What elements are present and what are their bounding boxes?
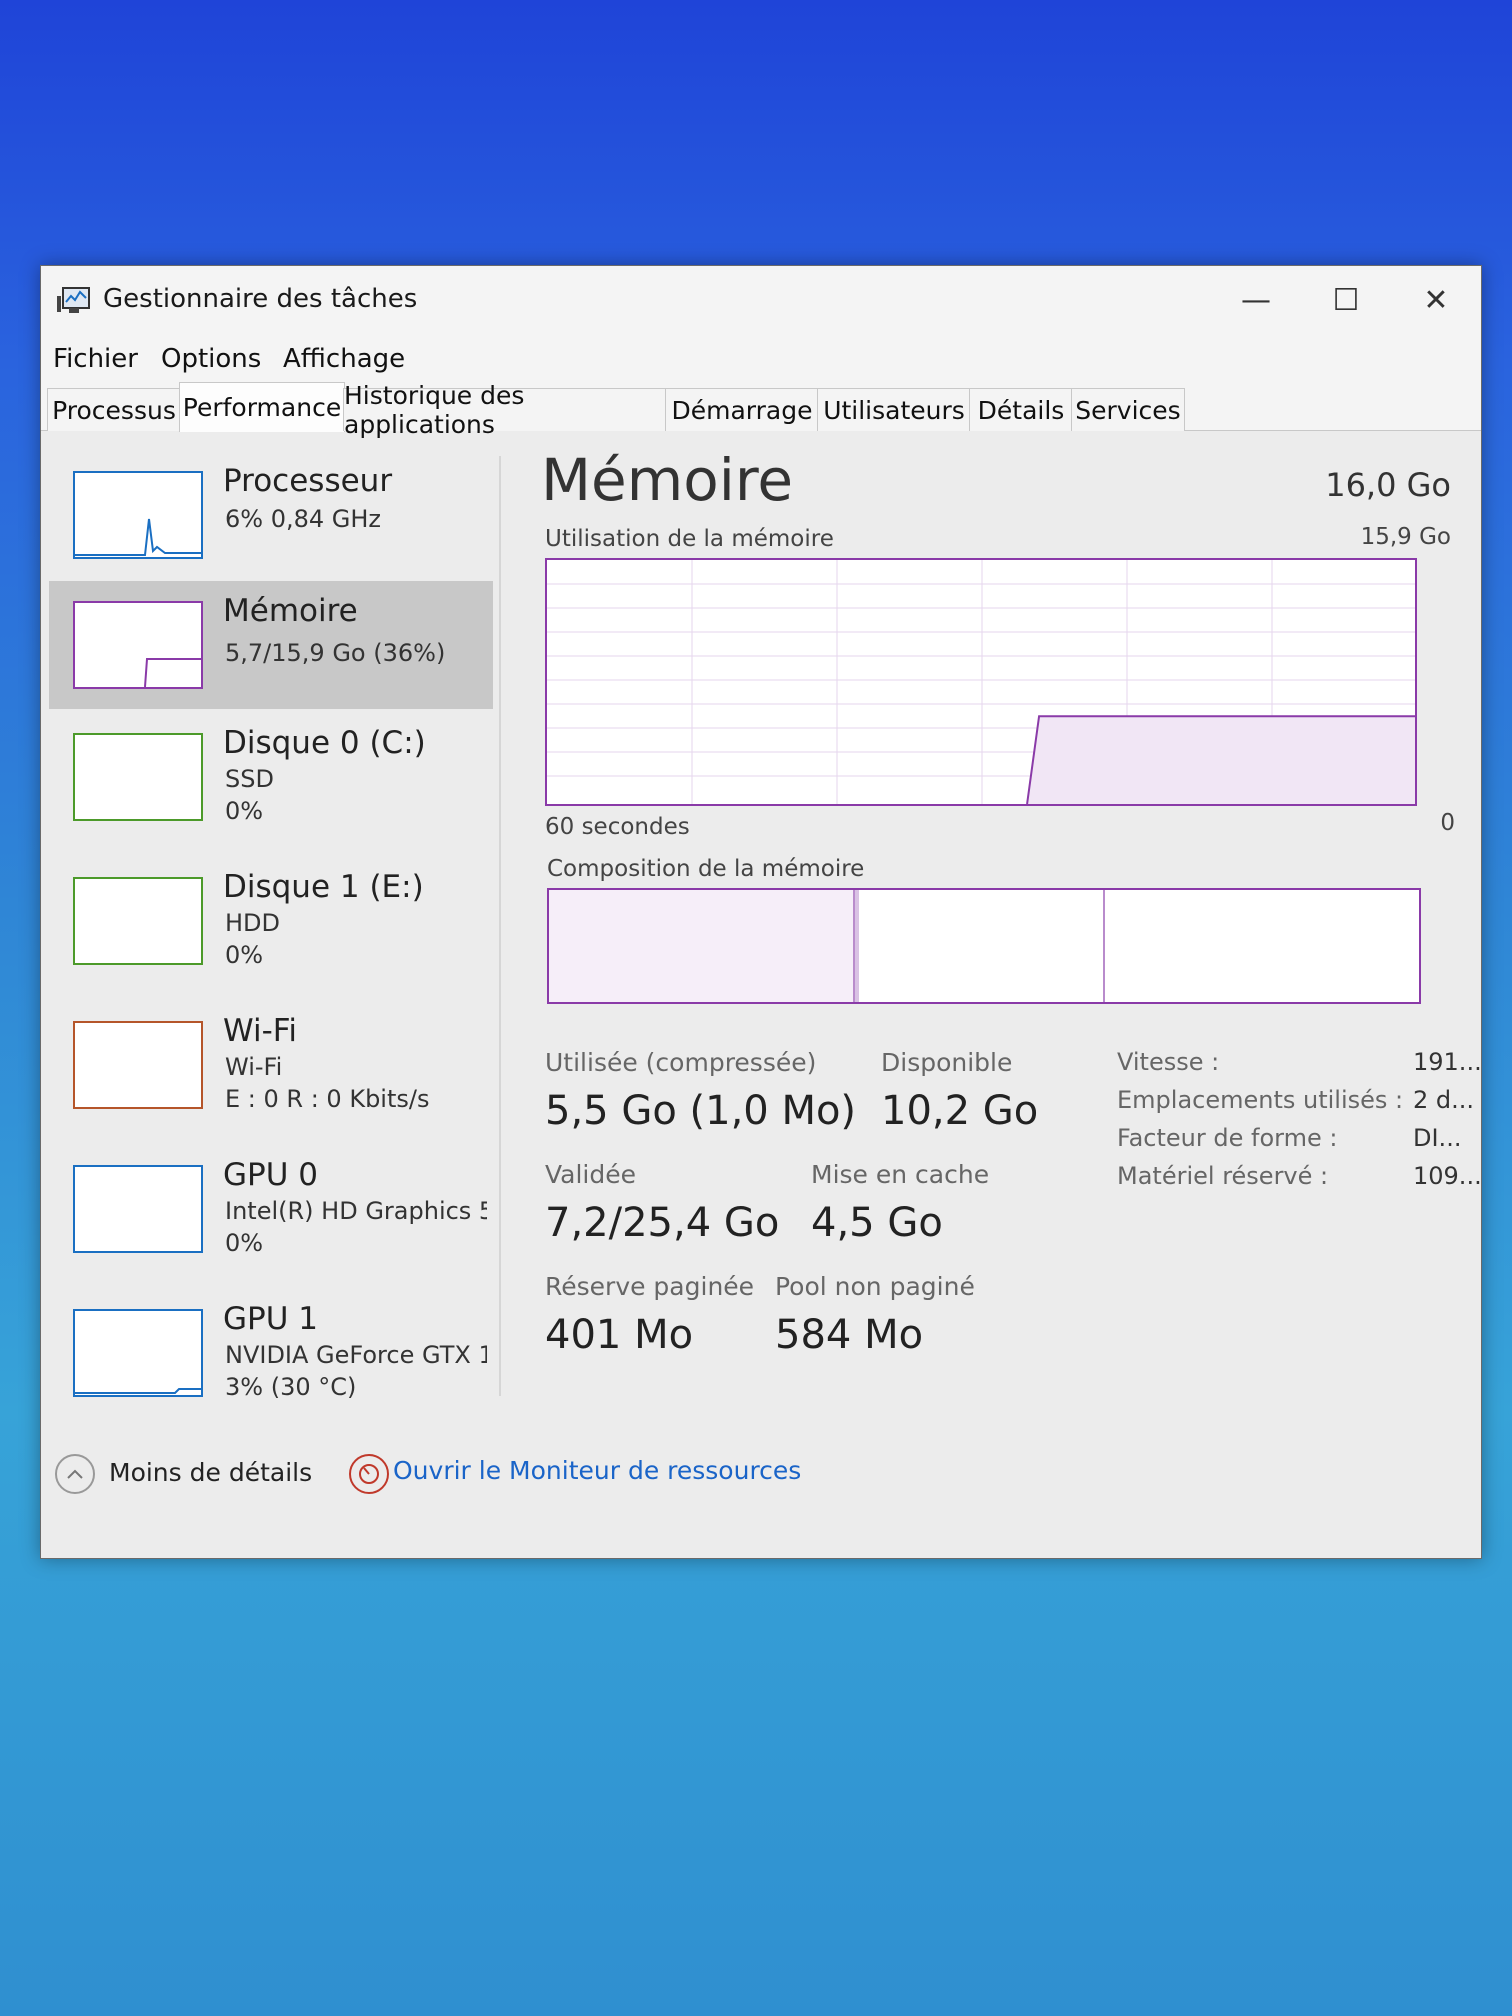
window-title: Gestionnaire des tâches <box>103 284 418 314</box>
composition-label: Composition de la mémoire <box>547 856 865 882</box>
chevron-up-icon[interactable] <box>55 1454 95 1494</box>
tab-bar: Processus Performance Historique des app… <box>41 381 1481 439</box>
sidebar-item-gpu-1[interactable]: GPU 1 NVIDIA GeForce GTX 1060 3% (30 °C) <box>49 1289 493 1417</box>
slots-label: Emplacements utilisés : <box>1117 1086 1404 1114</box>
used-label: Utilisée (compressée) <box>545 1048 817 1077</box>
sidebar-item-gpu-0[interactable]: GPU 0 Intel(R) HD Graphics 530 0% <box>49 1145 493 1273</box>
nonpaged-pool-value: 584 Mo <box>775 1312 924 1358</box>
gpu0-mini-graph <box>73 1165 203 1253</box>
memory-usage-area <box>1027 716 1415 804</box>
speed-value: 191... <box>1413 1048 1482 1076</box>
page-title: Mémoire <box>541 446 794 514</box>
usage-graph-label: Utilisation de la mémoire <box>545 526 834 552</box>
tab-historique[interactable]: Historique des applications <box>343 381 667 439</box>
performance-sidebar: Processeur 6% 0,84 GHz Mémoire 5,7/15,9 … <box>49 451 501 1411</box>
tab-details[interactable]: Détails <box>969 388 1073 431</box>
hardware-reserved-value: 109... <box>1413 1162 1482 1190</box>
sidebar-item-detail: HDD <box>225 909 281 937</box>
sidebar-item-disque-1[interactable]: Disque 1 (E:) HDD 0% <box>49 857 493 985</box>
committed-label: Validée <box>545 1160 637 1189</box>
sidebar-item-name: Disque 0 (C:) <box>223 725 426 761</box>
cached-label: Mise en cache <box>811 1160 990 1189</box>
minimize-button[interactable]: — <box>1211 272 1301 328</box>
hardware-reserved-label: Matériel réservé : <box>1117 1162 1329 1190</box>
composition-in-use <box>549 890 855 1002</box>
footer-bar: Moins de détails Ouvrir le Moniteur de r… <box>41 1446 1481 1506</box>
sidebar-item-detail: Wi-Fi <box>225 1053 283 1081</box>
task-manager-icon <box>57 287 90 313</box>
sidebar-item-detail: 0% <box>225 941 264 969</box>
composition-modified <box>855 890 859 1002</box>
available-value: 10,2 Go <box>881 1088 1039 1134</box>
nonpaged-pool-label: Pool non paginé <box>775 1272 975 1301</box>
tab-processus[interactable]: Processus <box>47 388 181 431</box>
sidebar-item-wifi[interactable]: Wi-Fi Wi-Fi E : 0 R : 0 Kbits/s <box>49 1001 493 1129</box>
paged-pool-value: 401 Mo <box>545 1312 694 1358</box>
disk0-mini-graph <box>73 733 203 821</box>
menu-fichier[interactable]: Fichier <box>53 344 138 374</box>
sidebar-divider <box>499 456 501 1396</box>
sidebar-item-detail: 3% (30 °C) <box>225 1373 357 1401</box>
minimize-icon: — <box>1241 282 1271 318</box>
title-bar[interactable]: Gestionnaire des tâches — ☐ ✕ <box>41 266 1481 336</box>
menu-bar: Fichier Options Affichage <box>41 336 1481 382</box>
resource-monitor-icon[interactable] <box>349 1454 389 1494</box>
sidebar-item-memoire[interactable]: Mémoire 5,7/15,9 Go (36%) <box>49 581 493 709</box>
slots-value: 2 d... <box>1413 1086 1475 1114</box>
sidebar-item-detail: Intel(R) HD Graphics 530 <box>225 1197 487 1225</box>
close-button[interactable]: ✕ <box>1391 272 1481 328</box>
memory-mini-graph <box>73 601 203 689</box>
open-resource-monitor-link[interactable]: Ouvrir le Moniteur de ressources <box>393 1456 801 1485</box>
disk1-mini-graph <box>73 877 203 965</box>
time-axis-left: 60 secondes <box>545 814 690 840</box>
maximize-icon: ☐ <box>1332 282 1360 318</box>
sidebar-item-detail: 0% <box>225 1229 264 1257</box>
memory-total: 16,0 Go <box>1325 466 1451 504</box>
composition-standby <box>861 890 1105 1002</box>
less-details-link[interactable]: Moins de détails <box>109 1458 312 1487</box>
cached-value: 4,5 Go <box>811 1200 943 1246</box>
memory-detail-pane: Mémoire 16,0 Go Utilisation de la mémoir… <box>541 436 1482 1396</box>
tab-demarrage[interactable]: Démarrage <box>665 388 819 431</box>
available-label: Disponible <box>881 1048 1013 1077</box>
sidebar-item-name: Disque 1 (E:) <box>223 869 424 905</box>
used-value: 5,5 Go (1,0 Mo) <box>545 1088 857 1134</box>
sidebar-item-name: Wi-Fi <box>223 1013 297 1049</box>
usage-graph-max: 15,9 Go <box>1360 524 1451 550</box>
wifi-mini-graph <box>73 1021 203 1109</box>
form-factor-value: DI... <box>1413 1124 1462 1152</box>
gpu1-mini-graph <box>73 1309 203 1397</box>
sidebar-item-name: Mémoire <box>223 593 358 629</box>
sidebar-item-name: GPU 0 <box>223 1157 318 1193</box>
form-factor-label: Facteur de forme : <box>1117 1124 1338 1152</box>
speed-label: Vitesse : <box>1117 1048 1220 1076</box>
menu-affichage[interactable]: Affichage <box>283 344 405 374</box>
task-manager-window: Gestionnaire des tâches — ☐ ✕ Fichier Op… <box>40 265 1482 1559</box>
sidebar-item-name: GPU 1 <box>223 1301 318 1337</box>
sidebar-item-detail: NVIDIA GeForce GTX 1060 <box>225 1341 487 1369</box>
sidebar-item-processeur[interactable]: Processeur 6% 0,84 GHz <box>49 451 493 579</box>
memory-composition-bar <box>547 888 1421 1004</box>
sidebar-item-detail: SSD <box>225 765 274 793</box>
time-axis-right: 0 <box>1440 810 1455 836</box>
sidebar-item-detail: 0% <box>225 797 264 825</box>
tab-services[interactable]: Services <box>1071 388 1185 431</box>
sidebar-item-detail: 6% 0,84 GHz <box>225 505 382 533</box>
cpu-mini-graph <box>73 471 203 559</box>
menu-options[interactable]: Options <box>161 344 261 374</box>
maximize-button[interactable]: ☐ <box>1301 272 1391 328</box>
tab-utilisateurs[interactable]: Utilisateurs <box>817 388 971 431</box>
paged-pool-label: Réserve paginée <box>545 1272 755 1301</box>
sidebar-item-detail: 5,7/15,9 Go (36%) <box>225 639 446 667</box>
sidebar-item-detail: E : 0 R : 0 Kbits/s <box>225 1085 430 1113</box>
sidebar-item-name: Processeur <box>223 463 393 499</box>
memory-usage-graph <box>545 558 1417 806</box>
committed-value: 7,2/25,4 Go <box>545 1200 780 1246</box>
close-icon: ✕ <box>1423 282 1449 318</box>
sidebar-item-disque-0[interactable]: Disque 0 (C:) SSD 0% <box>49 713 493 841</box>
tab-performance[interactable]: Performance <box>179 382 345 432</box>
